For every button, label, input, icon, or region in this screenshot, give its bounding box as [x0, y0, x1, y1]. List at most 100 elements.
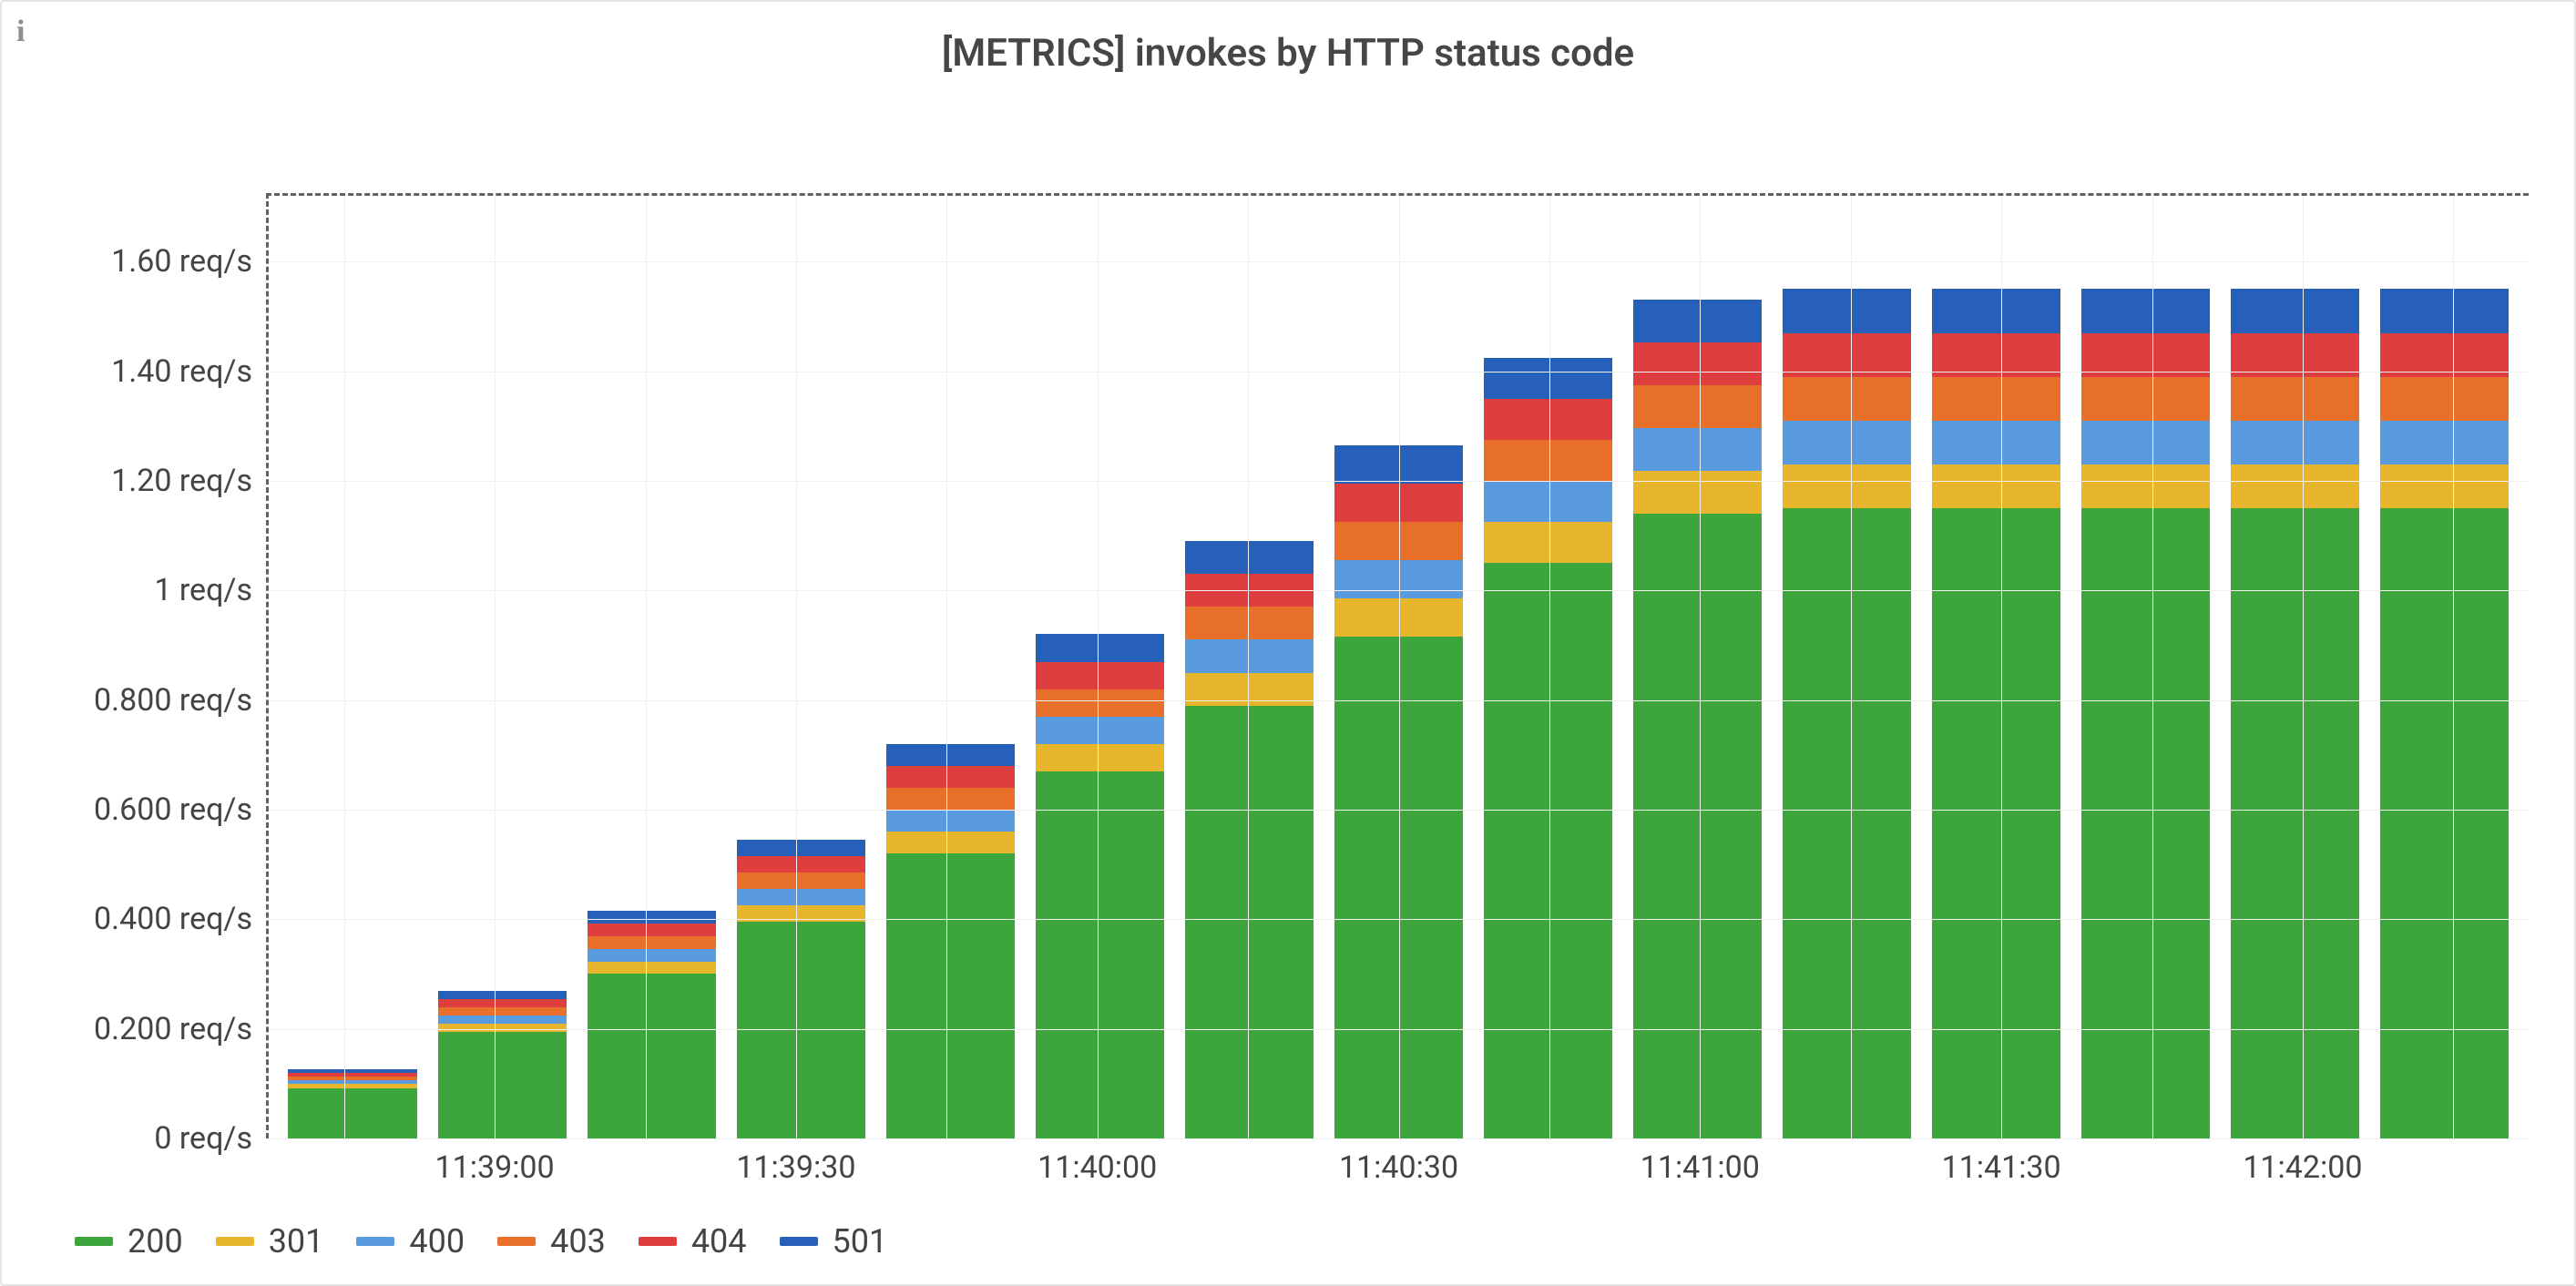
stacked-bar[interactable]: [1185, 541, 1314, 1138]
bar-segment-403: [1484, 440, 1612, 481]
legend-label: 501: [833, 1222, 888, 1260]
legend-item-404[interactable]: 404: [639, 1222, 747, 1260]
stacked-bar[interactable]: [2231, 289, 2359, 1138]
bar-slot: [1623, 196, 1773, 1138]
gridline-v: [946, 196, 947, 1138]
bar-segment-301: [1932, 464, 2060, 508]
bar-segment-301: [588, 962, 716, 975]
bar-segment-403: [1185, 607, 1314, 639]
gridline-v: [344, 196, 345, 1138]
bar-segment-301: [1484, 522, 1612, 563]
stacked-bar[interactable]: [886, 744, 1015, 1138]
bar-segment-200: [438, 1032, 567, 1138]
bar-segment-301: [2081, 464, 2210, 508]
bar-segment-501: [1185, 541, 1314, 574]
bar-segment-403: [886, 788, 1015, 810]
bar-segment-501: [1783, 289, 1911, 332]
gridline-v: [1248, 196, 1249, 1138]
legend-item-200[interactable]: 200: [75, 1222, 183, 1260]
bar-segment-400: [737, 889, 865, 905]
bar-segment-501: [2380, 289, 2509, 332]
bar-segment-403: [737, 873, 865, 889]
bar-segment-200: [2231, 508, 2359, 1138]
bar-segment-501: [1484, 358, 1612, 399]
bar-segment-404: [1484, 399, 1612, 440]
stacked-bar[interactable]: [737, 840, 865, 1138]
legend-item-403[interactable]: 403: [497, 1222, 606, 1260]
chart-title: [METRICS] invokes by HTTP status code: [2, 2, 2574, 76]
bar-segment-501: [2081, 289, 2210, 332]
stacked-bar[interactable]: [1932, 289, 2060, 1138]
bar-slot: [1474, 196, 1623, 1138]
legend-label: 400: [409, 1222, 465, 1260]
bar-slot: [1025, 196, 1174, 1138]
bar-segment-400: [1185, 639, 1314, 672]
gridline-v: [2303, 196, 2304, 1138]
stacked-bar[interactable]: [1633, 300, 1762, 1138]
bar-segment-404: [1036, 662, 1164, 689]
bar-segment-403: [1633, 385, 1762, 428]
y-axis-label: 0.400 req/s: [94, 901, 269, 937]
bar-segment-404: [886, 766, 1015, 788]
bar-segment-200: [886, 853, 1015, 1138]
stacked-bar[interactable]: [1783, 289, 1911, 1138]
bar-segment-403: [2081, 377, 2210, 421]
x-axis-label: 11:42:00: [2243, 1138, 2362, 1186]
bar-segment-301: [1783, 464, 1911, 508]
plot-region[interactable]: 0 req/s0.200 req/s0.400 req/s0.600 req/s…: [266, 193, 2529, 1138]
bar-segment-403: [588, 936, 716, 949]
stacked-bar[interactable]: [2081, 289, 2210, 1138]
bar-segment-301: [2231, 464, 2359, 508]
x-axis-label: 11:39:30: [736, 1138, 855, 1186]
gridline-v: [1549, 196, 1550, 1138]
stacked-bar[interactable]: [588, 911, 716, 1138]
legend-item-501[interactable]: 501: [780, 1222, 888, 1260]
bar-segment-301: [2380, 464, 2509, 508]
stacked-bar[interactable]: [438, 991, 567, 1138]
legend-item-301[interactable]: 301: [216, 1222, 324, 1260]
bar-segment-400: [886, 810, 1015, 832]
bar-slot: [2370, 196, 2520, 1138]
stacked-bar[interactable]: [2380, 289, 2509, 1138]
gridline-v: [2001, 196, 2002, 1138]
bar-segment-200: [737, 922, 865, 1138]
bar-slot: [427, 196, 577, 1138]
bar-slot: [1922, 196, 2071, 1138]
bar-slot: [2071, 196, 2221, 1138]
gridline-v: [2152, 196, 2153, 1138]
y-axis-label: 1 req/s: [154, 572, 269, 608]
bar-segment-200: [1783, 508, 1911, 1138]
gridline-v: [1851, 196, 1852, 1138]
info-icon[interactable]: i: [16, 15, 25, 49]
bar-segment-403: [2231, 377, 2359, 421]
legend: 200 301 400 403 404 501: [75, 1222, 2529, 1260]
bar-segment-404: [438, 999, 567, 1007]
x-axis-label: 11:41:30: [1942, 1138, 2061, 1186]
bar-segment-200: [1036, 771, 1164, 1138]
bar-segment-501: [438, 991, 567, 999]
stacked-bar[interactable]: [1036, 634, 1164, 1138]
legend-item-400[interactable]: 400: [356, 1222, 465, 1260]
bar-segment-301: [1036, 744, 1164, 771]
legend-label: 403: [550, 1222, 606, 1260]
bar-segment-301: [438, 1024, 567, 1032]
bar-segment-501: [1036, 634, 1164, 661]
y-axis-label: 1.40 req/s: [111, 353, 269, 390]
bar-segment-404: [2081, 333, 2210, 377]
bar-segment-404: [737, 856, 865, 873]
gridline-v: [1399, 196, 1400, 1138]
y-axis-label: 1.20 req/s: [111, 463, 269, 499]
bar-segment-400: [1036, 717, 1164, 744]
bar-segment-400: [1783, 421, 1911, 464]
stacked-bar[interactable]: [288, 1069, 416, 1138]
bar-segment-200: [1484, 563, 1612, 1138]
bar-segment-501: [588, 911, 716, 924]
gridline-v: [796, 196, 797, 1138]
bar-segment-301: [1633, 471, 1762, 514]
bar-segment-403: [438, 1007, 567, 1016]
bar-segment-200: [1633, 514, 1762, 1138]
metrics-panel: i [METRICS] invokes by HTTP status code …: [0, 0, 2576, 1286]
bar-segment-400: [438, 1016, 567, 1024]
stacked-bar[interactable]: [1484, 358, 1612, 1138]
bar-segment-404: [1633, 342, 1762, 385]
